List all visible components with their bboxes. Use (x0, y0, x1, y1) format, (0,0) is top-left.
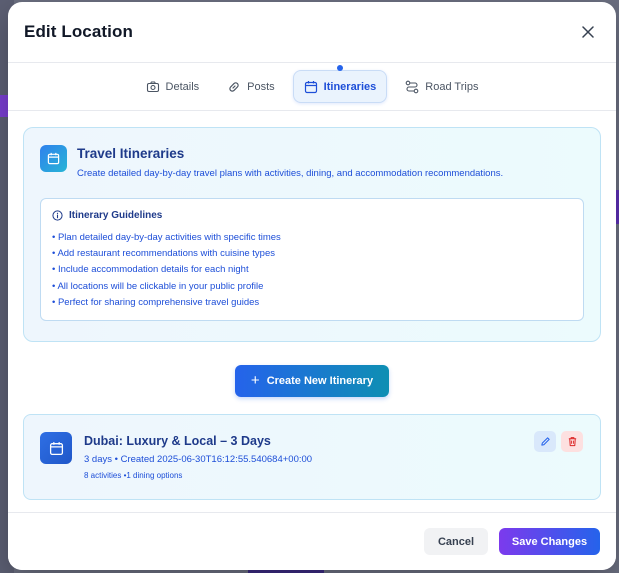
create-button-wrap: + Create New Itinerary (23, 365, 601, 397)
info-icon (52, 210, 63, 221)
create-itinerary-button[interactable]: + Create New Itinerary (235, 365, 389, 397)
itineraries-info-card: Travel Itineraries Create detailed day-b… (23, 127, 601, 342)
modal-body: Travel Itineraries Create detailed day-b… (8, 111, 616, 500)
itinerary-card[interactable]: Dubai: Luxury & Local – 3 Days 3 days • … (23, 414, 601, 500)
guideline-item: • Perfect for sharing comprehensive trav… (52, 296, 260, 308)
calendar-icon (40, 432, 72, 464)
tab-details[interactable]: Details (136, 70, 210, 103)
guidelines-box: Itinerary Guidelines • Plan detailed day… (40, 198, 584, 321)
guideline-item: • Add restaurant recommendations with cu… (52, 248, 275, 260)
delete-itinerary-button[interactable] (561, 431, 583, 452)
info-header: Travel Itineraries Create detailed day-b… (40, 144, 584, 179)
guideline-item: • Include accommodation details for each… (52, 264, 249, 276)
guideline-item: • Plan detailed day-by-day activities wi… (52, 232, 281, 243)
info-title: Travel Itineraries (77, 146, 185, 161)
edit-location-modal: Edit Location Details Posts Itineraries … (8, 2, 616, 570)
guidelines-title: Itinerary Guidelines (69, 210, 163, 221)
plus-icon: + (250, 372, 260, 389)
tab-bar: Details Posts Itineraries Road Trips (8, 63, 616, 111)
itinerary-title: Dubai: Luxury & Local – 3 Days (84, 434, 271, 448)
edit-itinerary-button[interactable] (534, 431, 556, 452)
close-icon (582, 26, 594, 38)
link-icon (229, 81, 239, 92)
itinerary-actions (534, 431, 583, 452)
close-button[interactable] (576, 20, 600, 44)
modal-title: Edit Location (24, 22, 133, 41)
tab-label: Posts (247, 80, 275, 93)
guidelines-header: Itinerary Guidelines (52, 210, 572, 221)
calendar-icon (40, 145, 67, 172)
tab-road-trips[interactable]: Road Trips (395, 70, 488, 103)
create-itinerary-label: Create New Itinerary (266, 375, 374, 387)
tab-itineraries[interactable]: Itineraries (292, 65, 388, 103)
camera-icon (146, 80, 159, 92)
modal-footer: Cancel Save Changes (8, 512, 616, 570)
active-tab-indicator (336, 65, 343, 71)
tab-label: Details (165, 80, 200, 93)
cancel-button[interactable]: Cancel (424, 528, 488, 555)
itinerary-stats: 8 activities •1 dining options (84, 471, 183, 480)
save-changes-button[interactable]: Save Changes (499, 528, 600, 555)
tab-label: Road Trips (425, 80, 479, 93)
info-description: Create detailed day-by-day travel plans … (77, 168, 504, 179)
guidelines-list: • Plan detailed day-by-day activities wi… (52, 230, 572, 311)
pencil-icon (540, 437, 550, 446)
calendar-icon (304, 80, 317, 93)
itinerary-meta: 3 days • Created 2025-06-30T16:12:55.540… (84, 454, 313, 465)
modal-header: Edit Location (8, 2, 616, 63)
trash-icon (568, 437, 576, 447)
tab-posts[interactable]: Posts (217, 70, 285, 103)
guideline-item: • All locations will be clickable in you… (52, 280, 264, 292)
route-icon (405, 80, 419, 93)
tab-label: Itineraries (323, 80, 377, 93)
